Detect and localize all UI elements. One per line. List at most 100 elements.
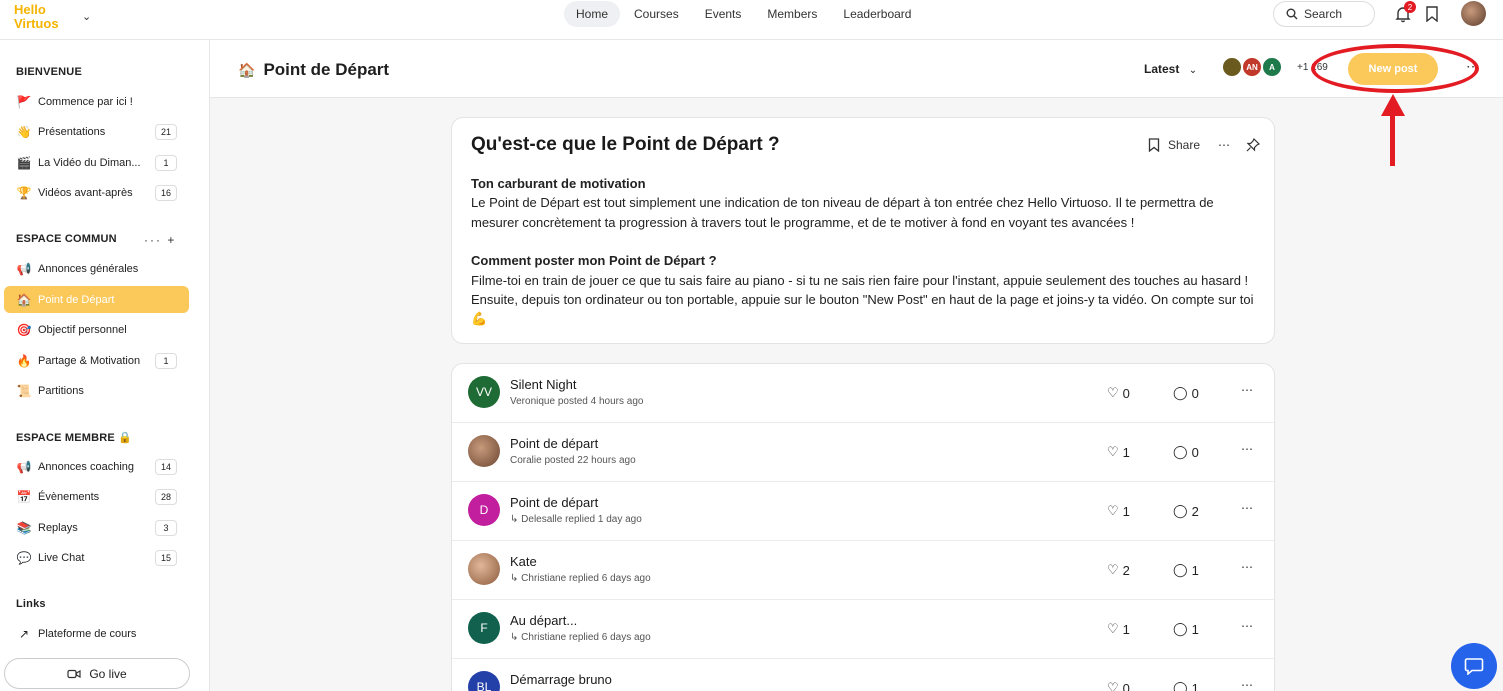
more-options-icon[interactable]: ⋯ — [1241, 619, 1253, 633]
more-options-icon[interactable]: ⋯ — [1241, 678, 1253, 691]
comment-button[interactable]: ◯ 1 — [1173, 562, 1199, 578]
nav-events[interactable]: Events — [693, 1, 754, 27]
logo-line1: Hello — [14, 2, 46, 17]
nav-home[interactable]: Home — [564, 1, 621, 27]
sidebar-item-label: Évènements — [38, 490, 100, 503]
sidebar-item-partitions[interactable]: 📜 Partitions — [4, 377, 189, 404]
sidebar-item-label: Objectif personnel — [38, 323, 127, 336]
sidebar-item-label: La Vidéo du Diman... — [38, 156, 141, 169]
books-icon: 📚 — [16, 520, 32, 535]
external-link-icon: ↗ — [18, 626, 30, 641]
post-row[interactable]: VV Silent Night Veronique posted 4 hours… — [452, 364, 1274, 423]
more-options-icon[interactable]: ⋯ — [1241, 442, 1253, 456]
nav-leaderboard[interactable]: Leaderboard — [831, 1, 923, 27]
post-title[interactable]: Point de départ — [510, 436, 598, 451]
avatar — [468, 553, 500, 585]
house-icon: 🏠 — [16, 292, 32, 307]
sort-label: Latest — [1144, 62, 1180, 76]
comment-icon: ◯ — [1173, 621, 1188, 636]
like-count: 2 — [1122, 562, 1130, 578]
heart-icon: ♡ — [1107, 621, 1119, 636]
comment-count: 0 — [1191, 444, 1199, 460]
chat-launcher-button[interactable] — [1451, 643, 1497, 689]
sidebar-item-partage-motivation[interactable]: 🔥 Partage & Motivation 1 — [4, 347, 189, 374]
notification-badge: 2 — [1404, 1, 1416, 13]
sidebar-item-plateforme-de-cours[interactable]: ↗ Plateforme de cours — [4, 620, 189, 647]
sidebar-item-annonces-generales[interactable]: 📢 Annonces générales — [4, 255, 189, 282]
comment-button[interactable]: ◯ 2 — [1173, 503, 1199, 519]
comment-count: 1 — [1191, 680, 1199, 691]
sidebar-item-live-chat[interactable]: 💬 Live Chat 15 — [4, 544, 189, 571]
logo[interactable]: Hello Virtuos — [14, 2, 76, 34]
sidebar-item-video-dimanche[interactable]: 🎬 La Vidéo du Diman... 1 — [4, 149, 189, 176]
post-row[interactable]: BL Démarrage bruno ♡ 0 ◯ 1 ⋯ — [452, 659, 1274, 691]
like-count: 1 — [1122, 621, 1130, 637]
sidebar-item-count: 21 — [155, 124, 177, 140]
post-row[interactable]: Kate ↳ Christiane replied 6 days ago ♡ 2 … — [452, 541, 1274, 600]
bookmark-icon[interactable] — [1425, 6, 1439, 22]
page-title: 🏠 Point de Départ — [238, 60, 389, 80]
post-title[interactable]: Kate — [510, 554, 537, 569]
sidebar-item-evenements[interactable]: 📅 Évènements 28 — [4, 483, 189, 510]
intro-body: Ton carburant de motivation Le Point de … — [471, 174, 1261, 329]
comment-button[interactable]: ◯ 1 — [1173, 680, 1199, 691]
wave-icon: 👋 — [16, 124, 32, 139]
sidebar-item-videos-avant-apres[interactable]: 🏆 Vidéos avant-après 16 — [4, 179, 189, 206]
post-title[interactable]: Point de départ — [510, 495, 598, 510]
more-options-icon[interactable]: ⋯ — [1241, 501, 1253, 515]
post-row[interactable]: F Au départ... ↳ Christiane replied 6 da… — [452, 600, 1274, 659]
sidebar-item-replays[interactable]: 📚 Replays 3 — [4, 514, 189, 541]
speech-bubble-icon: 💬 — [16, 550, 32, 565]
like-button[interactable]: ♡ 1 — [1107, 503, 1130, 519]
comment-button[interactable]: ◯ 1 — [1173, 621, 1199, 637]
nav-courses[interactable]: Courses — [622, 1, 691, 27]
like-button[interactable]: ♡ 0 — [1107, 385, 1130, 401]
search-button[interactable]: Search — [1273, 1, 1375, 27]
sidebar-item-presentations[interactable]: 👋 Présentations 21 — [4, 118, 189, 145]
like-button[interactable]: ♡ 1 — [1107, 444, 1130, 460]
section-title-bienvenue: BIENVENUE — [16, 66, 82, 78]
section-more-icon[interactable]: ··· + — [144, 233, 176, 247]
sidebar-item-label: Annonces coaching — [38, 460, 135, 473]
post-row[interactable]: D Point de départ ↳ Delesalle replied 1 … — [452, 482, 1274, 541]
chevron-down-icon: ⌄ — [1188, 65, 1198, 76]
section-title-espace-membre: ESPACE MEMBRE 🔒 — [16, 432, 133, 444]
more-options-icon[interactable]: ⋯ — [1218, 138, 1230, 152]
like-button[interactable]: ♡ 1 — [1107, 621, 1130, 637]
go-live-button[interactable]: Go live — [4, 658, 190, 689]
like-count: 0 — [1122, 385, 1130, 401]
pin-icon[interactable] — [1246, 138, 1261, 152]
more-options-icon[interactable]: ⋯ — [1241, 383, 1253, 397]
more-options-icon[interactable]: ⋯ — [1241, 560, 1253, 574]
sidebar-item-label: Plateforme de cours — [38, 627, 137, 640]
post-title[interactable]: Démarrage bruno — [510, 672, 612, 687]
chevron-down-icon[interactable]: ⌄ — [82, 10, 91, 23]
bookmark-icon[interactable] — [1148, 138, 1160, 152]
nav-members[interactable]: Members — [755, 1, 829, 27]
comment-button[interactable]: ◯ 0 — [1173, 385, 1199, 401]
sidebar-item-point-de-depart[interactable]: 🏠 Point de Départ — [4, 286, 189, 313]
avatar — [1221, 56, 1243, 78]
sidebar-item-count: 14 — [155, 459, 177, 475]
house-icon: 🏠 — [238, 61, 256, 78]
intro-paragraph-2: Filme-toi en train de jouer ce que tu sa… — [471, 272, 1254, 327]
clapper-icon: 🎬 — [16, 155, 32, 170]
user-avatar[interactable] — [1461, 1, 1486, 26]
sidebar-item-label: Annonces générales — [38, 262, 139, 275]
member-avatars[interactable]: AN A — [1221, 56, 1283, 78]
share-button[interactable]: Share — [1168, 138, 1200, 152]
sidebar-item-commence[interactable]: 🚩 Commence par ici ! — [4, 88, 189, 115]
sidebar-item-objectif-personnel[interactable]: 🎯 Objectif personnel — [4, 316, 189, 343]
chat-icon — [1464, 658, 1484, 675]
heart-icon: ♡ — [1107, 562, 1119, 577]
like-button[interactable]: ♡ 2 — [1107, 562, 1130, 578]
comment-button[interactable]: ◯ 0 — [1173, 444, 1199, 460]
post-row[interactable]: Point de départ Coralie posted 22 hours … — [452, 423, 1274, 482]
search-icon — [1286, 8, 1298, 20]
post-title[interactable]: Au départ... — [510, 613, 577, 628]
post-title[interactable]: Silent Night — [510, 377, 576, 392]
like-button[interactable]: ♡ 0 — [1107, 680, 1130, 691]
avatar — [468, 435, 500, 467]
sort-dropdown[interactable]: Latest ⌄ — [1144, 62, 1197, 76]
sidebar-item-annonces-coaching[interactable]: 📢 Annonces coaching 14 — [4, 453, 189, 480]
